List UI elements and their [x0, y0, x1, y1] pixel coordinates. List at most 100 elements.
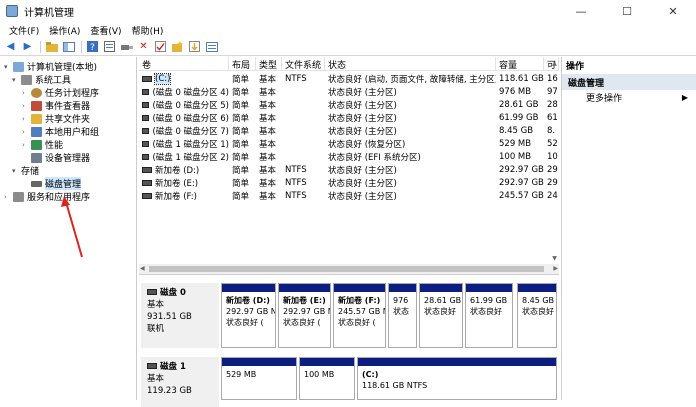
- partition-details: 28.61 GB 状态良好: [424, 295, 461, 317]
- column-type[interactable]: 类型: [256, 57, 282, 71]
- disk-0-info[interactable]: 磁盘 0 基本 931.51 GB 联机: [141, 283, 219, 348]
- delete-icon[interactable]: ✕: [136, 40, 151, 54]
- menu-bar: 文件(F) 操作(A) 查看(V) 帮助(H): [0, 22, 696, 38]
- volume-icon: [142, 192, 152, 199]
- volume-row[interactable]: (磁盘 0 磁盘分区 6) 简单 基本 状态良好 (主分区) 61.99 GB 61: [139, 111, 559, 124]
- partition-block[interactable]: 61.99 GB 状态良好: [465, 283, 513, 348]
- scroll-up-icon[interactable]: ▲: [550, 60, 559, 67]
- partition-block[interactable]: 976 状态: [388, 283, 417, 348]
- volume-cell: 状态良好 (主分区): [328, 87, 397, 98]
- window-title: 计算机管理: [24, 7, 74, 19]
- volume-cell: 状态良好 (主分区): [328, 126, 397, 137]
- column-volume[interactable]: 卷: [139, 57, 229, 71]
- scroll-down-icon[interactable]: ▼: [550, 255, 559, 262]
- scrollbar-thumb[interactable]: [149, 266, 544, 272]
- navigation-tree: ▾ 计算机管理(本地) ▾ 系统工具 › 任务计划程序 › 事件查看器 › 共享…: [0, 57, 137, 400]
- disk-1-size: 119.23 GB: [147, 386, 192, 396]
- column-status[interactable]: 状态: [325, 57, 496, 71]
- volume-cell: 状态良好 (主分区): [328, 191, 397, 202]
- partition-block[interactable]: 8.45 GB 状态良好: [517, 283, 557, 348]
- connect-icon[interactable]: [119, 40, 134, 54]
- volume-row[interactable]: 新加卷 (D:) 简单 基本 NTFS 状态良好 (主分区) 292.97 GB 29: [139, 163, 559, 176]
- list-view-icon[interactable]: [204, 40, 219, 54]
- volume-name: 新加卷 (D:): [155, 165, 200, 176]
- vertical-scrollbar[interactable]: ▲ ▼: [550, 57, 559, 265]
- volume-cell: 28.61 GB: [499, 99, 539, 110]
- menu-help[interactable]: 帮助(H): [127, 24, 169, 37]
- partition-details: 新加卷 (D:) 292.97 GB N 状态良好 (: [226, 295, 275, 328]
- menu-file[interactable]: 文件(F): [4, 24, 44, 37]
- partition-block[interactable]: 新加卷 (E:) 292.97 GB N 状态良好 (: [278, 283, 331, 348]
- menu-action[interactable]: 操作(A): [44, 24, 85, 37]
- volume-cell: 基本: [259, 139, 277, 150]
- partition-status: 状态良好: [522, 307, 554, 316]
- show-tree-icon[interactable]: [61, 40, 76, 54]
- volume-cell: (磁盘 1 磁盘分区 2): [139, 150, 229, 163]
- column-filesystem[interactable]: 文件系统: [282, 57, 325, 71]
- disk-0-size: 931.51 GB: [147, 312, 192, 322]
- new-folder-icon[interactable]: [170, 40, 185, 54]
- volume-cell: 新加卷 (E:): [139, 176, 229, 189]
- partition-status: 状态良好 (: [338, 318, 376, 327]
- volume-row[interactable]: 新加卷 (F:) 简单 基本 NTFS 状态良好 (主分区) 245.57 GB 24: [139, 189, 559, 202]
- volume-row[interactable]: (磁盘 0 磁盘分区 5) 简单 基本 状态良好 (主分区) 28.61 GB 28: [139, 98, 559, 111]
- volume-cell: 简单: [232, 139, 250, 150]
- volume-cell: 基本: [259, 113, 277, 124]
- partition-block[interactable]: 新加卷 (D:) 292.97 GB N 状态良好 (: [221, 283, 276, 348]
- properties-icon[interactable]: [102, 40, 117, 54]
- import-icon[interactable]: [187, 40, 202, 54]
- minimize-button[interactable]: —: [558, 0, 604, 22]
- volume-row[interactable]: (C:) 简单 基本 NTFS 状态良好 (启动, 页面文件, 故障转储, 主分区) 11…: [139, 72, 559, 85]
- horizontal-scrollbar[interactable]: ◀ ▶: [139, 264, 559, 274]
- volume-icon: [142, 75, 152, 82]
- menu-view[interactable]: 查看(V): [85, 24, 126, 37]
- volume-row[interactable]: (磁盘 1 磁盘分区 1) 简单 基本 状态良好 (恢复分区) 529 MB 52: [139, 137, 559, 150]
- volume-cell: 状态良好 (主分区): [328, 113, 397, 124]
- disk-1-type: 基本: [147, 374, 165, 384]
- partition-block[interactable]: 新加卷 (F:) 245.57 GB N 状态良好 (: [333, 283, 386, 348]
- check-icon[interactable]: [153, 40, 168, 54]
- partition-details: 976 状态: [393, 295, 413, 317]
- volume-list-header: 卷 布局 类型 文件系统 状态 容量 可: [139, 57, 559, 71]
- volume-icon: [142, 101, 150, 108]
- forward-arrow-icon[interactable]: ▶: [20, 40, 35, 54]
- volume-row[interactable]: (磁盘 1 磁盘分区 2) 简单 基本 状态良好 (EFI 系统分区) 100 MB 10: [139, 150, 559, 163]
- partition-size: 118.61 GB NTFS: [362, 381, 428, 390]
- volume-cell: [282, 98, 325, 111]
- partition-block[interactable]: (C:) 118.61 GB NTFS: [357, 357, 557, 400]
- volume-row[interactable]: (磁盘 0 磁盘分区 7) 简单 基本 状态良好 (主分区) 8.45 GB 8.: [139, 124, 559, 137]
- volume-cell: 简单: [232, 74, 250, 85]
- back-arrow-icon[interactable]: ◀: [3, 40, 18, 54]
- volume-cell: 8.45 GB: [499, 125, 534, 136]
- partition-block[interactable]: 100 MB: [299, 357, 355, 400]
- svg-text:?: ?: [90, 43, 95, 52]
- volume-cell: 292.97 GB: [499, 177, 544, 188]
- volume-cell: 基本: [259, 87, 277, 98]
- volume-cell: 状态良好 (主分区): [328, 165, 397, 176]
- column-layout[interactable]: 布局: [229, 57, 256, 71]
- more-actions-label: 更多操作: [586, 94, 623, 104]
- help-icon[interactable]: ?: [85, 40, 100, 54]
- scroll-right-icon[interactable]: ▶: [553, 265, 558, 272]
- volume-cell: 简单: [232, 113, 250, 124]
- disk-map: 磁盘 0 基本 931.51 GB 联机 新加卷 (D:) 292.97 GB N…: [139, 277, 559, 407]
- more-actions-item[interactable]: 更多操作 ▶: [562, 90, 696, 105]
- volume-cell: [282, 124, 325, 137]
- partition-bar: [466, 284, 512, 292]
- volume-row[interactable]: (磁盘 0 磁盘分区 4) 简单 基本 状态良好 (主分区) 976 MB 97: [139, 85, 559, 98]
- column-capacity[interactable]: 容量: [496, 57, 544, 71]
- partition-block[interactable]: 529 MB: [221, 357, 297, 400]
- scroll-left-icon[interactable]: ◀: [140, 265, 145, 272]
- partition-details: 529 MB: [226, 369, 293, 380]
- volume-list: 卷 布局 类型 文件系统 状态 容量 可 (C:) 简单 基本 NTFS 状态良好 (启…: [139, 57, 559, 275]
- partition-block[interactable]: 28.61 GB 状态良好: [419, 283, 463, 348]
- up-folder-icon[interactable]: [44, 40, 59, 54]
- volume-cell: [282, 85, 325, 98]
- volume-cell: (磁盘 0 磁盘分区 4): [139, 85, 229, 98]
- volume-cell: 简单: [232, 100, 250, 111]
- volume-name: (磁盘 0 磁盘分区 7): [152, 126, 229, 137]
- close-button[interactable]: ✕: [650, 0, 696, 22]
- actions-section-disk-management[interactable]: 磁盘管理: [562, 74, 696, 90]
- maximize-button[interactable]: ☐: [604, 0, 650, 22]
- volume-row[interactable]: 新加卷 (E:) 简单 基本 NTFS 状态良好 (主分区) 292.97 GB 29: [139, 176, 559, 189]
